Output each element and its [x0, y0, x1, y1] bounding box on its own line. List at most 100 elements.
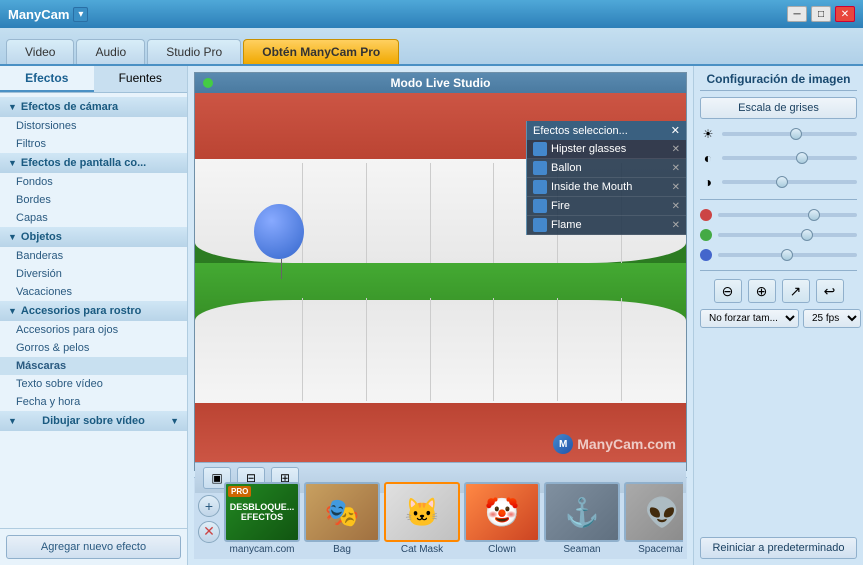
thumb-controls: + ✕	[198, 495, 220, 543]
watermark-text: ManyCam.com	[577, 436, 676, 452]
maximize-button[interactable]: □	[811, 6, 831, 22]
video-container: Modo Live Studio	[194, 72, 687, 471]
slider-blue	[700, 248, 857, 262]
tab-studio[interactable]: Studio Pro	[147, 39, 241, 64]
icon-buttons-row: ⊖ ⊕ ↗ ↩	[700, 279, 857, 303]
effects-panel-close[interactable]: ✕	[671, 124, 680, 137]
thumb-remove-button[interactable]: ✕	[198, 521, 220, 543]
sidebar-item-mascaras[interactable]: Máscaras	[0, 357, 187, 375]
thumb-img-unlock: PRO DESBLOQUE... EFECTOS	[224, 482, 300, 542]
effect-remove-ballon[interactable]: ✕	[672, 163, 680, 174]
fps-select[interactable]: 25 fps	[803, 309, 861, 328]
teeth-bottom	[195, 300, 686, 403]
sidebar-item-ojos[interactable]: Accesorios para ojos	[0, 321, 187, 339]
sidebar-item-capas[interactable]: Capas	[0, 209, 187, 227]
thumb-item-cat[interactable]: 🐱 Cat Mask	[384, 482, 460, 555]
effect-remove-fire[interactable]: ✕	[672, 201, 680, 212]
section-camera-effects[interactable]: Efectos de cámara	[0, 97, 187, 117]
section-accessories[interactable]: Accesorios para rostro	[0, 301, 187, 321]
sidebar-tab-sources[interactable]: Fuentes	[94, 66, 188, 92]
sidebar-item-fondos[interactable]: Fondos	[0, 173, 187, 191]
effect-row-flame: Flame ✕	[527, 216, 686, 235]
titlebar-dropdown[interactable]: ▾	[73, 7, 88, 22]
sidebar-bottom: Agregar nuevo efecto	[0, 528, 187, 565]
section-screen-effects[interactable]: Efectos de pantalla co...	[0, 153, 187, 173]
thumb-item-seaman[interactable]: ⚓ Seaman	[544, 482, 620, 555]
select-row: No forzar tam... 25 fps	[700, 309, 857, 328]
brightness-track[interactable]	[722, 132, 857, 136]
tab-pro[interactable]: Obtén ManyCam Pro	[243, 39, 399, 64]
sidebar-item-filtros[interactable]: Filtros	[0, 135, 187, 153]
flip-h-button[interactable]: ⊖	[714, 279, 742, 303]
effect-icon-hipster	[533, 142, 547, 156]
main-panel: Modo Live Studio	[188, 66, 693, 565]
live-indicator	[203, 78, 213, 88]
video-area: M ManyCam.com Efectos seleccion... ✕ Hip…	[195, 93, 686, 462]
flip-v-button[interactable]: ⊕	[748, 279, 776, 303]
close-button[interactable]: ✕	[835, 6, 855, 22]
contrast-icon: ◐	[700, 150, 716, 166]
thumb-item-spaceman[interactable]: 👽 Spaceman	[624, 482, 683, 555]
balloon-string	[281, 259, 282, 279]
red-track[interactable]	[718, 213, 857, 217]
size-select[interactable]: No forzar tam...	[700, 309, 799, 328]
config-title: Configuración de imagen	[700, 72, 857, 91]
brightness-thumb[interactable]	[790, 128, 802, 140]
balloon-body	[254, 204, 304, 259]
sidebar-item-banderas[interactable]: Banderas	[0, 247, 187, 265]
effect-remove-hipster[interactable]: ✕	[672, 144, 680, 155]
thumb-item-bag[interactable]: 🎭 Bag	[304, 482, 380, 555]
brightness-icon: ☀	[700, 126, 716, 142]
sidebar-item-fecha[interactable]: Fecha y hora	[0, 393, 187, 411]
reset-button[interactable]: Reiniciar a predeterminado	[700, 537, 857, 559]
share-button[interactable]: ↗	[782, 279, 810, 303]
balloon	[254, 204, 309, 269]
blue-thumb[interactable]	[781, 249, 793, 261]
thumb-label-cat: Cat Mask	[401, 544, 443, 555]
sidebar-item-texto[interactable]: Texto sobre vídeo	[0, 375, 187, 393]
green-thumb[interactable]	[801, 229, 813, 241]
blue-track[interactable]	[718, 253, 857, 257]
sidebar-item-distorsiones[interactable]: Distorsiones	[0, 117, 187, 135]
effects-panel-header: Efectos seleccion... ✕	[527, 121, 686, 140]
thumb-item-clown[interactable]: 🤡 Clown	[464, 482, 540, 555]
effect-row-fire: Fire ✕	[527, 197, 686, 216]
effect-name-fire: Fire	[551, 200, 668, 212]
sidebar-item-bordes[interactable]: Bordes	[0, 191, 187, 209]
sidebar-tab-effects[interactable]: Efectos	[0, 66, 94, 92]
minimize-button[interactable]: ─	[787, 6, 807, 22]
content-area: Efectos Fuentes Efectos de cámara Distor…	[0, 66, 863, 565]
main-tabs: Video Audio Studio Pro Obtén ManyCam Pro	[0, 28, 863, 66]
grayscale-button[interactable]: Escala de grises	[700, 97, 857, 119]
effect-remove-flame[interactable]: ✕	[672, 220, 680, 231]
effect-icon-fire	[533, 199, 547, 213]
section-draw[interactable]: Dibujar sobre vídeo ▼	[0, 411, 187, 431]
titlebar: ManyCam ▾ ─ □ ✕	[0, 0, 863, 28]
section-objects[interactable]: Objetos	[0, 227, 187, 247]
thumb-label-spaceman: Spaceman	[638, 544, 683, 555]
saturation-track[interactable]	[722, 180, 857, 184]
effect-remove-mouth[interactable]: ✕	[672, 182, 680, 193]
green-track[interactable]	[718, 233, 857, 237]
contrast-thumb[interactable]	[796, 152, 808, 164]
thumb-item-unlock[interactable]: PRO DESBLOQUE... EFECTOS manycam.com	[224, 482, 300, 555]
thumb-img-spaceman: 👽	[624, 482, 683, 542]
thumb-add-button[interactable]: +	[198, 495, 220, 517]
undo-button[interactable]: ↩	[816, 279, 844, 303]
sidebar-item-vacaciones[interactable]: Vacaciones	[0, 283, 187, 301]
thumb-label-clown: Clown	[488, 544, 516, 555]
tab-audio[interactable]: Audio	[76, 39, 145, 64]
saturation-thumb[interactable]	[776, 176, 788, 188]
sidebar-item-gorros[interactable]: Gorros & pelos	[0, 339, 187, 357]
tab-video[interactable]: Video	[6, 39, 74, 64]
red-thumb[interactable]	[808, 209, 820, 221]
watermark-icon: M	[553, 434, 573, 454]
add-effect-button[interactable]: Agregar nuevo efecto	[6, 535, 181, 559]
effects-panel: Efectos seleccion... ✕ Hipster glasses ✕…	[526, 121, 686, 235]
thumb-img-clown: 🤡	[464, 482, 540, 542]
sidebar-item-diversion[interactable]: Diversión	[0, 265, 187, 283]
contrast-track[interactable]	[722, 156, 857, 160]
app-logo: ManyCam	[8, 7, 69, 22]
right-panel: Configuración de imagen Escala de grises…	[693, 66, 863, 565]
unlock-text1: DESBLOQUE...	[230, 502, 295, 512]
